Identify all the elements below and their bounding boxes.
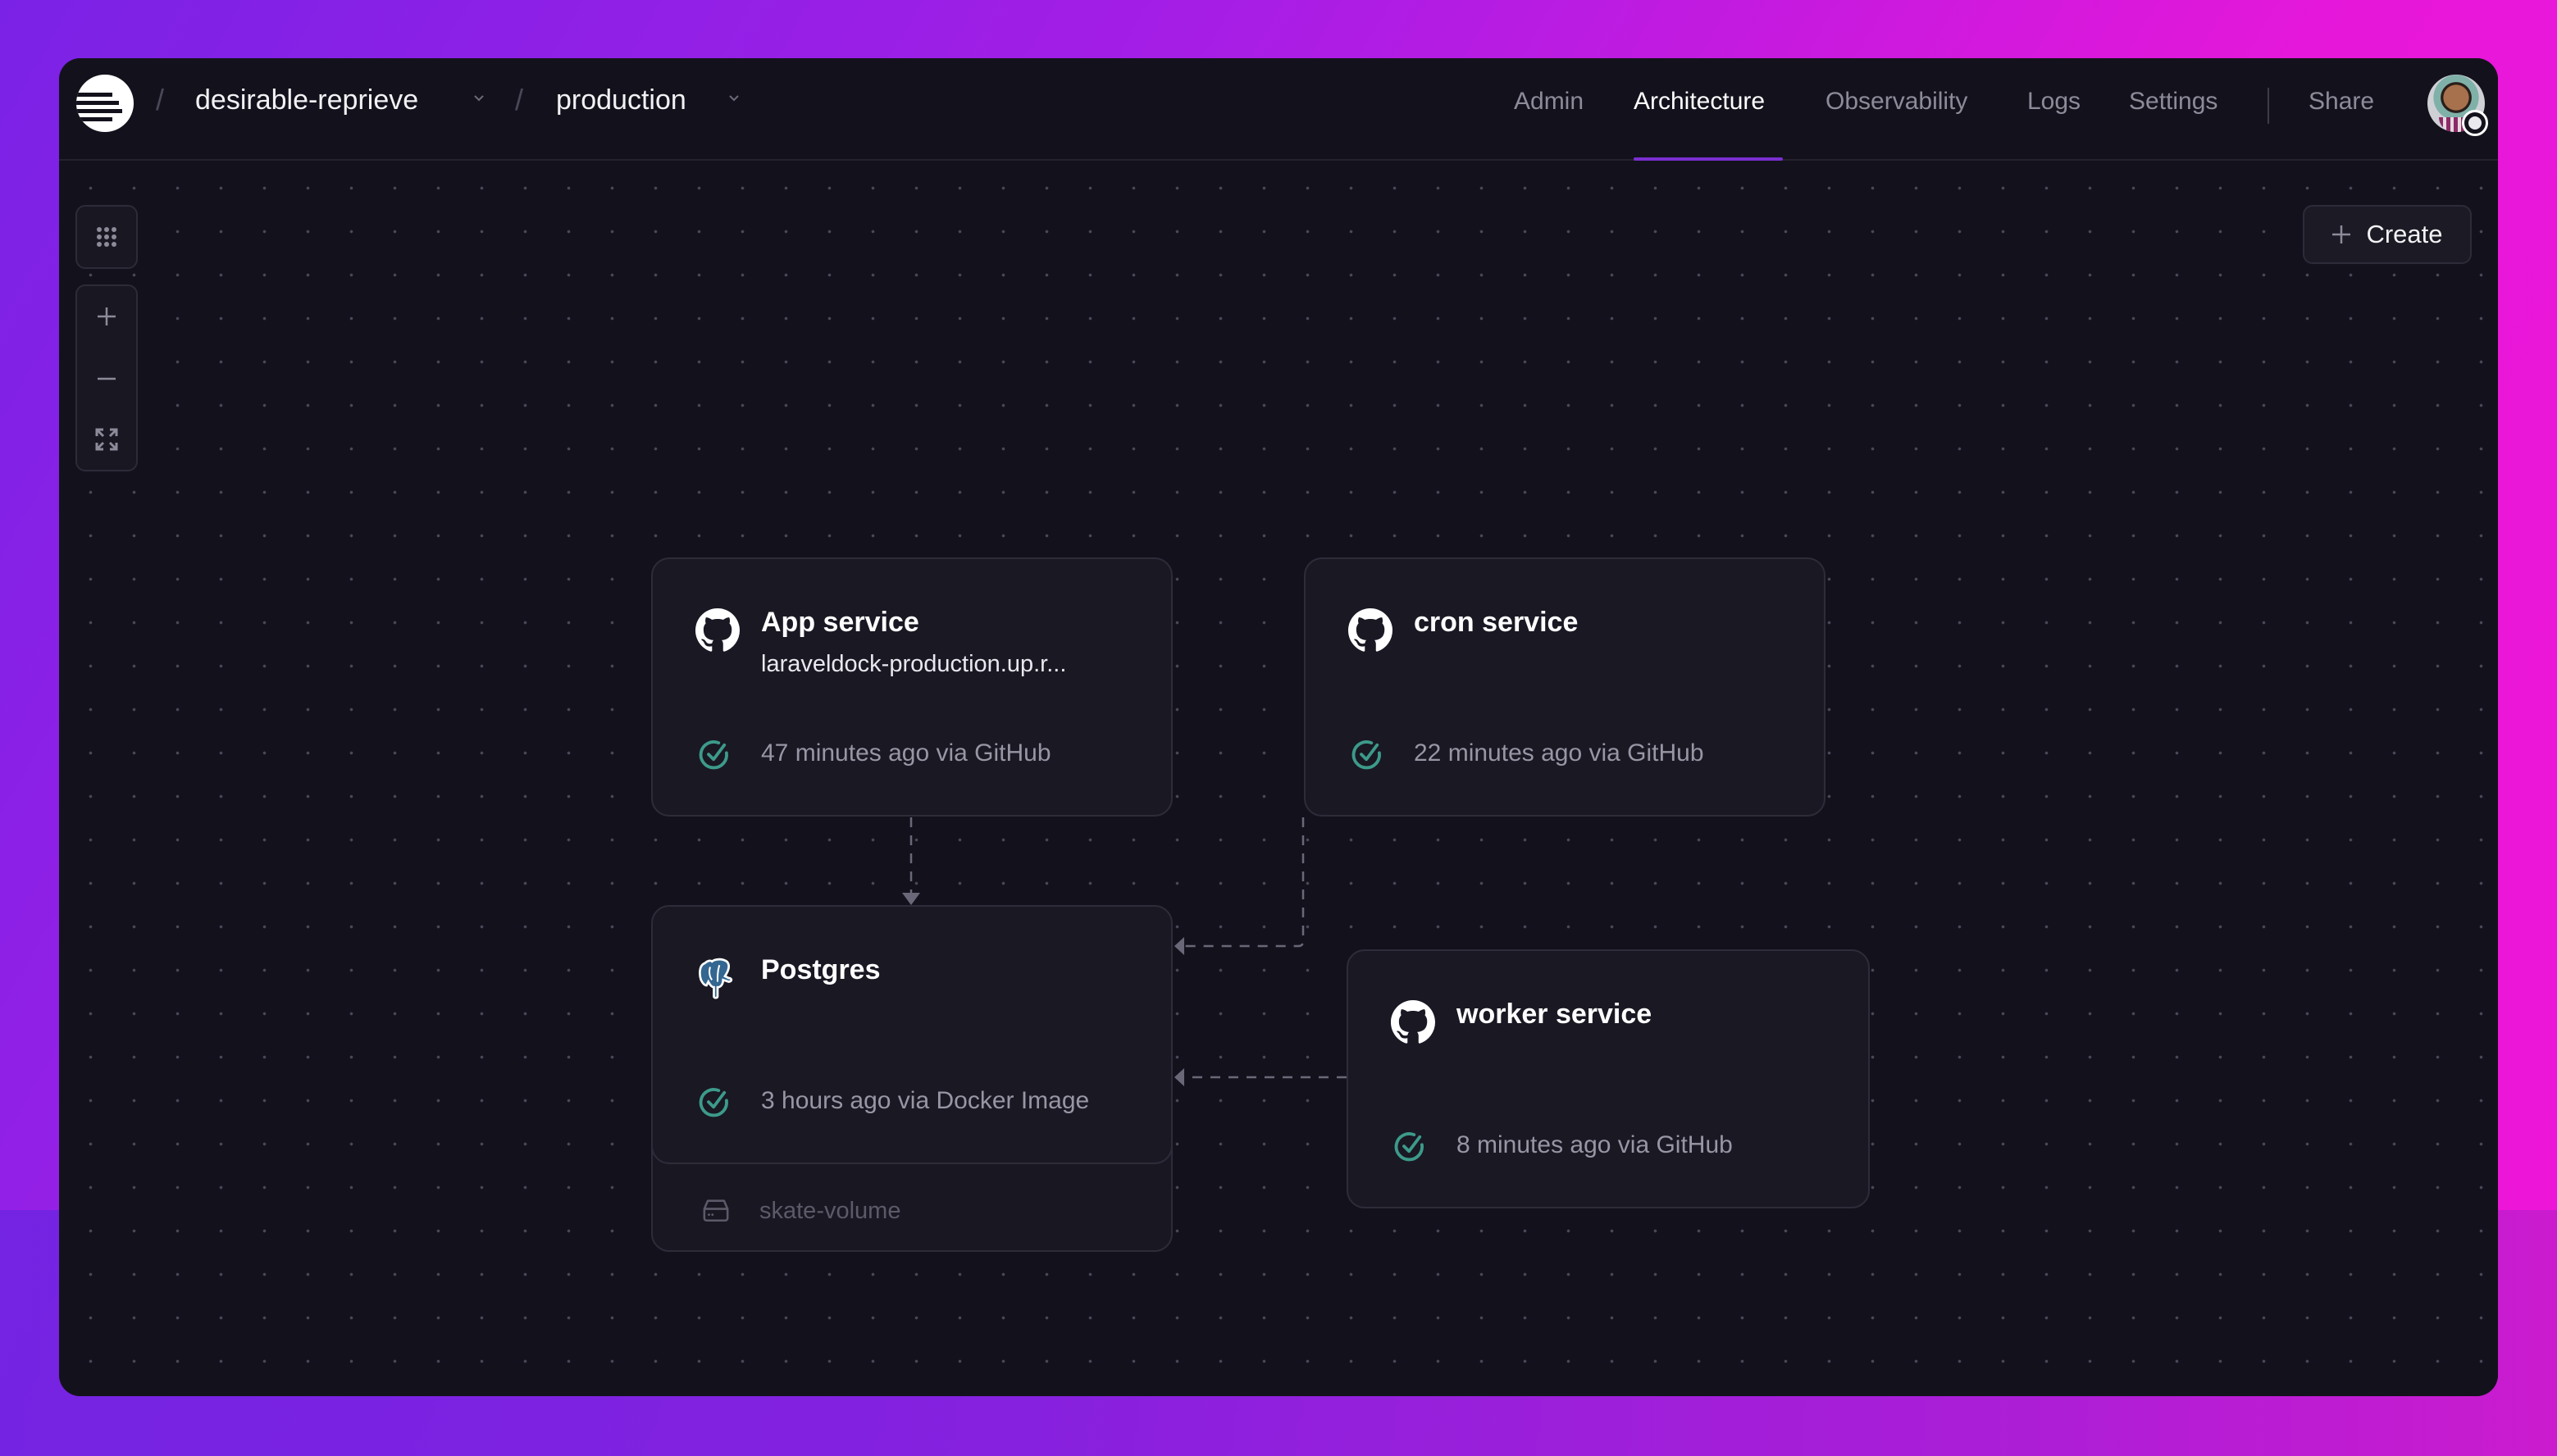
- github-icon: [695, 608, 740, 652]
- breadcrumb-separator: /: [515, 83, 524, 116]
- github-icon: [1348, 608, 1392, 652]
- zoom-out-button[interactable]: [77, 348, 136, 409]
- deploy-status: 8 minutes ago via GitHub: [1456, 1131, 1733, 1158]
- grid-icon: [97, 227, 116, 247]
- deploy-status: 22 minutes ago via GitHub: [1414, 739, 1704, 767]
- share-button[interactable]: Share: [2309, 88, 2374, 116]
- nav-observability[interactable]: Observability: [1825, 88, 1967, 116]
- zoom-in-button[interactable]: [77, 286, 136, 347]
- postgres-icon: [699, 958, 733, 999]
- service-card-app[interactable]: App service laraveldock-production.up.r.…: [651, 557, 1173, 817]
- nav-settings[interactable]: Settings: [2129, 88, 2217, 116]
- service-card-postgres[interactable]: Postgres 3 hours ago via Docker Image: [651, 905, 1173, 1164]
- active-tab-indicator: [1634, 157, 1783, 161]
- chevron-down-icon[interactable]: [473, 93, 485, 104]
- chevron-down-icon[interactable]: [728, 93, 740, 104]
- hard-drive-icon: [703, 1199, 729, 1222]
- check-circle-icon: [699, 1088, 728, 1117]
- deploy-status: 47 minutes ago via GitHub: [761, 739, 1051, 767]
- zoom-out-icon: [98, 377, 116, 380]
- service-card-worker[interactable]: worker service 8 minutes ago via GitHub: [1347, 949, 1870, 1208]
- fit-view-button[interactable]: [77, 409, 136, 470]
- check-circle-icon: [1394, 1132, 1424, 1162]
- canvas-menu-box: [75, 205, 138, 269]
- avatar-badge-icon: [2462, 110, 2488, 136]
- plus-icon: [2332, 225, 2351, 243]
- volume-name: skate-volume: [759, 1198, 901, 1224]
- zoom-in-icon: [98, 307, 116, 325]
- deploy-status: 3 hours ago via Docker Image: [761, 1087, 1090, 1114]
- service-domain[interactable]: laraveldock-production.up.r...: [761, 651, 1066, 678]
- project-selector[interactable]: desirable-reprieve: [195, 84, 418, 116]
- nav-divider: [2268, 88, 2269, 124]
- zoom-controls: [75, 284, 138, 471]
- service-name: App service: [761, 607, 919, 638]
- service-name: worker service: [1456, 999, 1652, 1030]
- app-window: / desirable-reprieve / production Admin …: [59, 58, 2498, 1396]
- grid-menu-button[interactable]: [77, 207, 136, 267]
- create-button-label: Create: [2366, 220, 2443, 248]
- service-card-cron[interactable]: cron service 22 minutes ago via GitHub: [1304, 557, 1825, 817]
- service-name: cron service: [1414, 607, 1579, 638]
- nav-architecture[interactable]: Architecture: [1634, 88, 1765, 116]
- breadcrumb-separator: /: [156, 83, 165, 116]
- nav-logs[interactable]: Logs: [2027, 88, 2081, 116]
- github-icon: [1391, 1000, 1435, 1044]
- create-button[interactable]: Create: [2303, 205, 2472, 264]
- environment-selector[interactable]: production: [556, 84, 686, 116]
- service-name: Postgres: [761, 954, 881, 985]
- nav-admin[interactable]: Admin: [1514, 88, 1584, 116]
- top-header: / desirable-reprieve / production Admin …: [59, 58, 2498, 161]
- fit-view-icon: [95, 428, 118, 451]
- check-circle-icon: [1351, 740, 1381, 770]
- architecture-canvas[interactable]: [59, 160, 2498, 1396]
- railway-logo-icon[interactable]: [76, 75, 134, 132]
- check-circle-icon: [699, 740, 728, 770]
